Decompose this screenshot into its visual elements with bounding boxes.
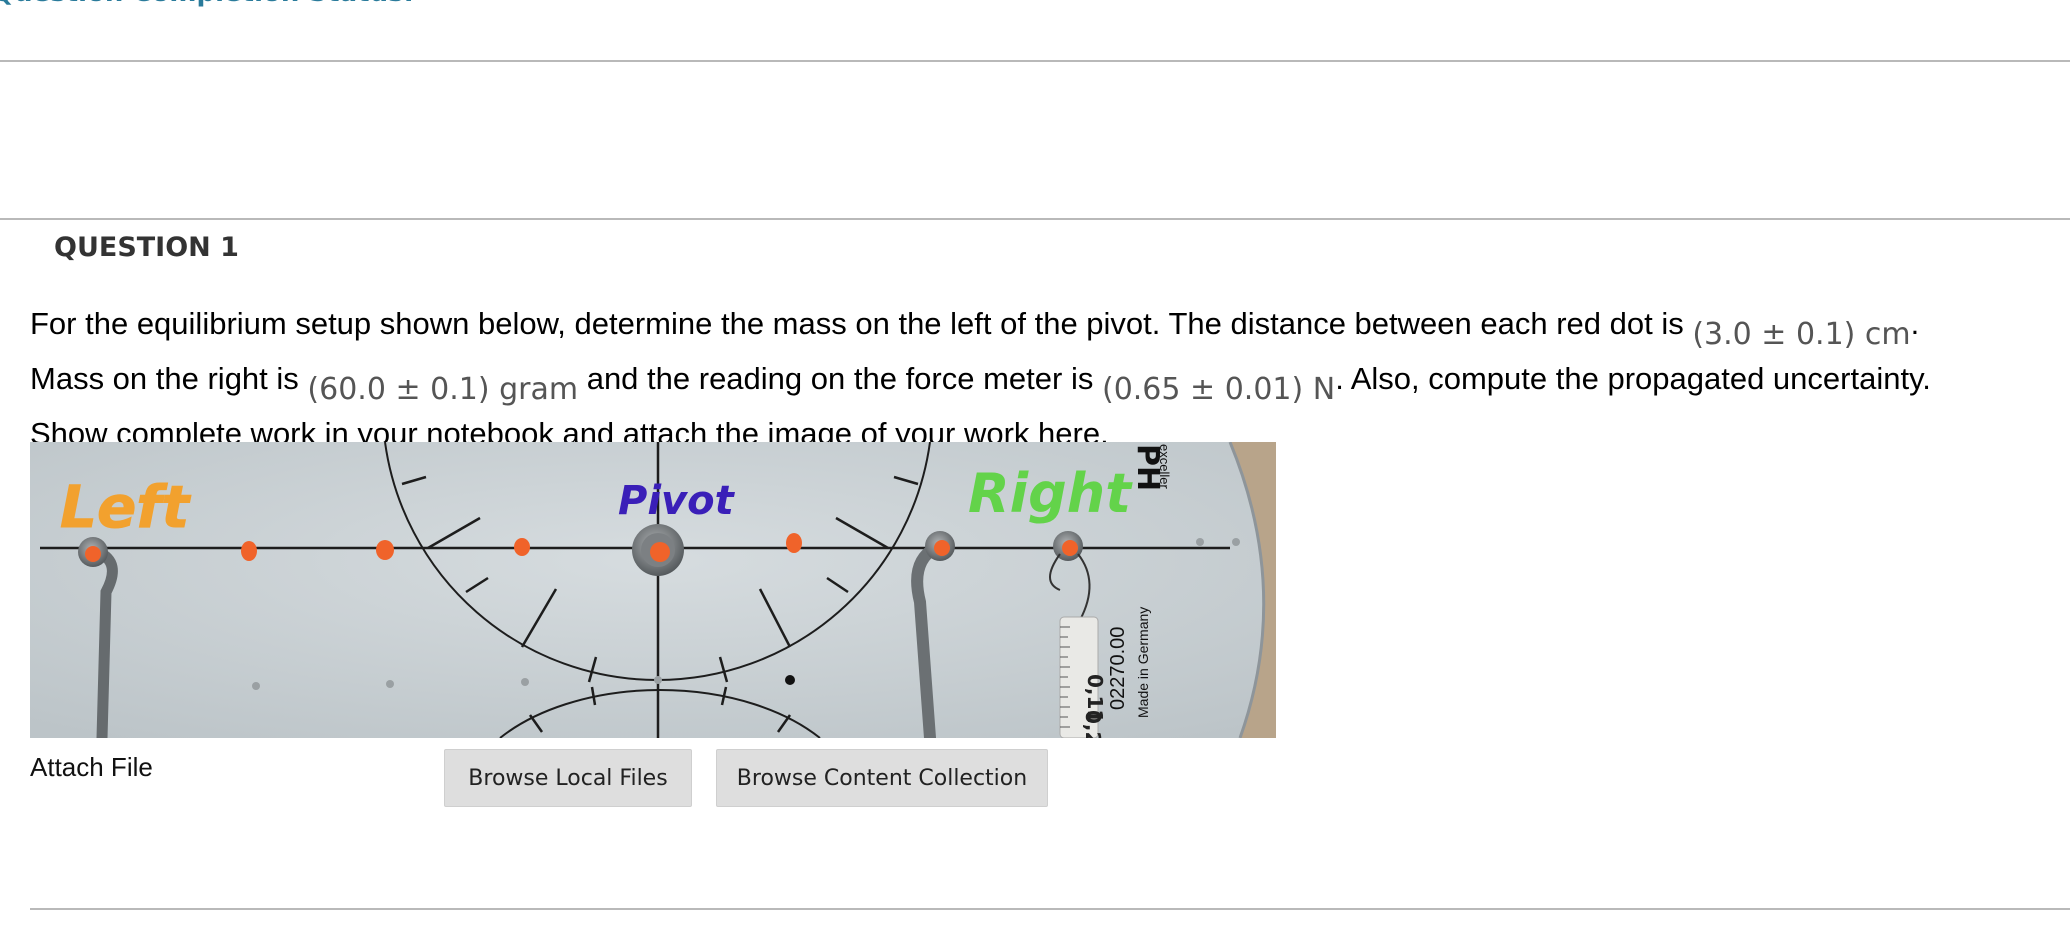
meter-serial: 02270.00: [1107, 627, 1129, 710]
browse-content-collection-button[interactable]: Browse Content Collection: [716, 749, 1048, 807]
question-text: For the equilibrium setup shown below, d…: [30, 302, 2060, 456]
force-reading-value: (0.65 ± 0.01) N: [1101, 372, 1336, 407]
question-line2b: and the reading on the force meter is: [586, 361, 1094, 396]
completion-status-title: Question Completion Status:: [0, 0, 414, 8]
divider: [30, 908, 2070, 910]
divider: [0, 60, 2070, 62]
browse-local-files-button[interactable]: Browse Local Files: [444, 749, 692, 807]
left-label: Left: [60, 473, 192, 541]
question-line2c: . Also, compute the propagated uncertain…: [1335, 361, 1931, 396]
brand-small-text: exceller: [1157, 444, 1172, 489]
distance-value: (3.0 ± 0.1) cm: [1692, 317, 1911, 352]
line1-end: .: [1910, 306, 1920, 341]
meter-scale-2: 0,2: [1081, 710, 1105, 738]
question-heading: QUESTION 1: [54, 232, 239, 263]
divider: [0, 218, 2070, 220]
pivot-label: Pivot: [618, 478, 736, 524]
right-label: Right: [968, 462, 1133, 525]
equilibrium-setup-image: 0,11 0,2 02270.00 Made in Germany PH exc…: [30, 442, 1276, 738]
question-line2a: Mass on the right is: [30, 361, 299, 396]
right-mass-value: (60.0 ± 0.1) gram: [307, 372, 579, 407]
meter-origin: Made in Germany: [1135, 607, 1151, 718]
attach-file-label: Attach File: [30, 752, 153, 782]
question-line1: For the equilibrium setup shown below, d…: [30, 306, 1684, 341]
